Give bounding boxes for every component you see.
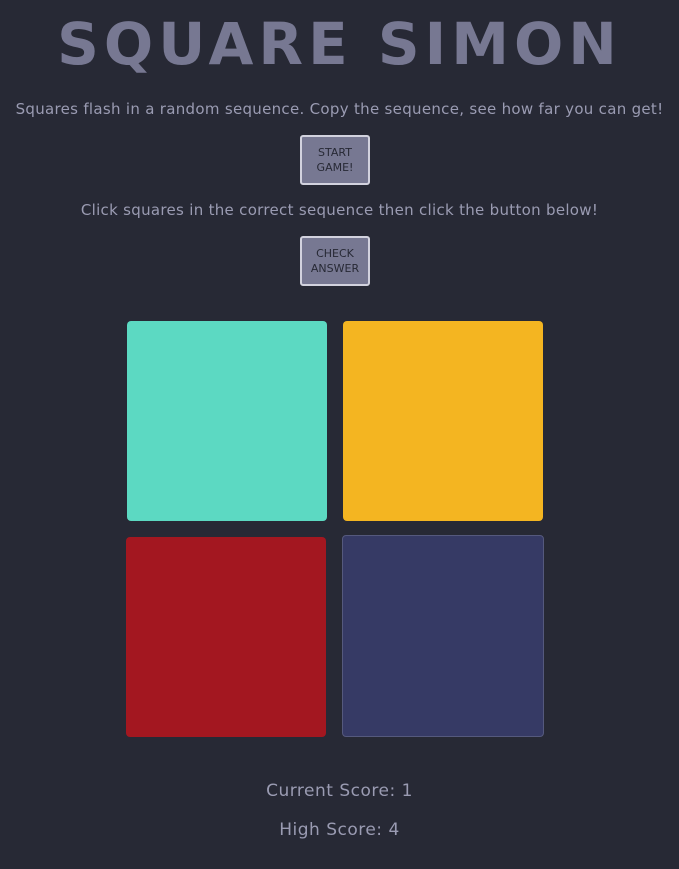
check-answer-button[interactable]: Check Answer <box>300 236 370 286</box>
current-score: Current Score: 1 <box>266 781 413 801</box>
square-navy[interactable] <box>342 535 544 737</box>
play-instructions: Click squares in the correct sequence th… <box>80 201 599 219</box>
start-game-button[interactable]: Start Game! <box>300 135 370 185</box>
intro-instructions: Squares flash in a random sequence. Copy… <box>15 100 664 118</box>
square-red[interactable] <box>126 537 326 737</box>
square-teal[interactable] <box>127 321 327 521</box>
high-score: High Score: 4 <box>279 820 400 840</box>
game-title: Square Simon <box>57 10 622 78</box>
square-yellow[interactable] <box>343 321 543 521</box>
